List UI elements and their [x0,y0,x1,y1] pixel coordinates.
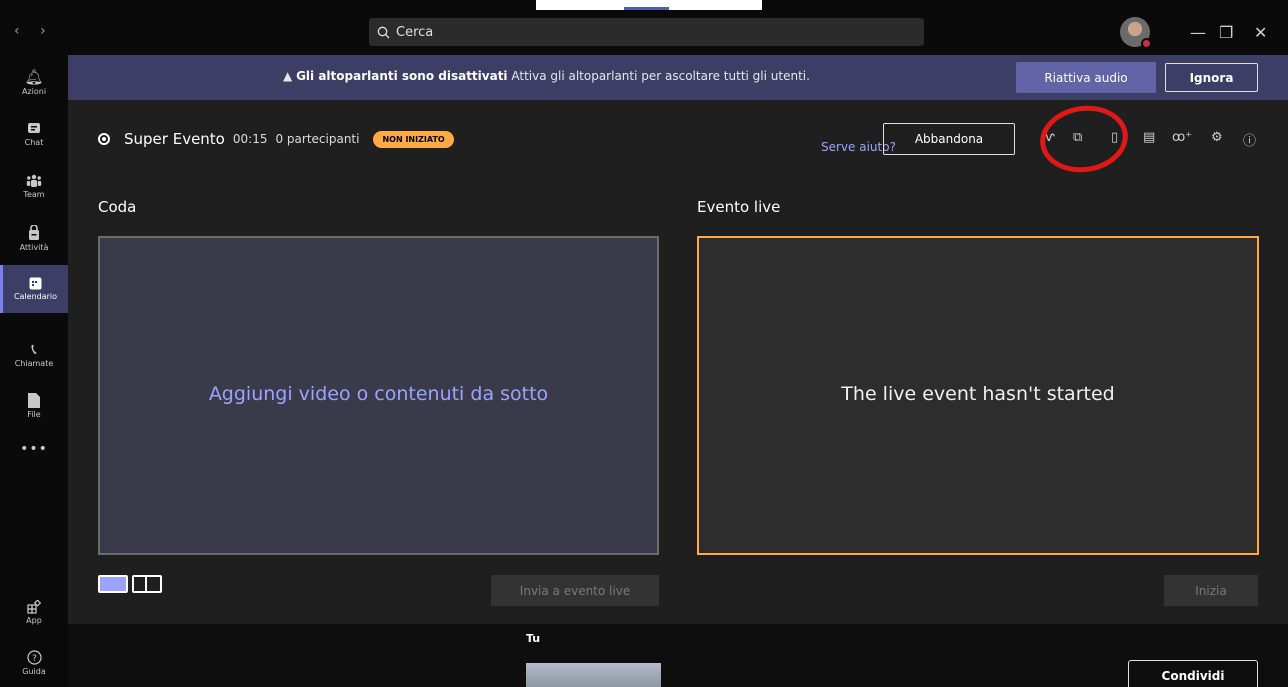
ignore-button[interactable]: Ignora [1165,63,1258,92]
presence-busy-icon [1141,38,1152,49]
team-icon [26,174,42,187]
history-nav: ‹ › [14,23,54,39]
rail-label: Calendario [13,292,58,301]
queue-placeholder: Aggiungi video o contenuti da sotto [208,383,549,405]
close-icon[interactable]: ✕ [1254,23,1267,42]
phone-icon: 📞︎ [31,339,37,358]
event-header: Super Evento 00:15 0 partecipanti NON IN… [98,130,454,148]
event-time: 00:15 [232,132,268,146]
svg-text:?: ? [32,654,37,664]
rail-item-guida[interactable]: ? Guida [0,639,68,687]
rail-label: Attività [19,242,49,252]
search-input[interactable]: Cerca [369,18,924,46]
rail-label: App [26,615,42,625]
search-icon [377,26,390,38]
queue-panel[interactable]: Aggiungi video o contenuti da sotto [98,236,659,555]
unmute-audio-button[interactable]: Riattiva audio [1016,62,1156,93]
back-icon[interactable]: ‹ [14,23,28,39]
you-label: Tu [526,632,541,645]
rail-item-chiamate[interactable]: 📞︎ Chiamate [0,330,68,378]
activity-icon [29,224,39,240]
participant-count: 0 partecipanti [275,132,360,146]
help-icon: ? [26,650,42,665]
settings-icon[interactable]: ⚙ [1211,130,1223,145]
minimize-icon[interactable]: — [1190,23,1206,42]
apps-icon [27,599,41,614]
participants-icon[interactable]: ꝏ⁺ [1172,130,1192,145]
rail-item-team[interactable]: Team [0,162,68,210]
calendar-icon [29,277,42,290]
send-live-button[interactable]: Invia a evento live [491,575,659,606]
more-apps-icon[interactable]: ••• [0,425,68,473]
rail-label: Guida [22,667,46,676]
rail-label: Team [23,189,45,199]
warning-icon: ▲ [283,69,293,83]
live-placeholder: The live event hasn't started [841,383,1115,405]
avatar[interactable] [1120,17,1152,49]
status-badge: NON INIZIATO [373,130,454,148]
rail-label: File [27,410,41,419]
red-annotation-circle [1035,100,1133,178]
rail-item-file[interactable]: File [0,382,68,430]
start-button[interactable]: Inizia [1164,575,1258,606]
file-icon [28,393,40,408]
rail-label: Chiamate [14,358,54,368]
single-layout-icon[interactable] [98,575,128,593]
rail-item-app[interactable]: App [0,588,68,636]
chat-panel-icon[interactable]: ▤ [1143,130,1155,145]
split-layout-icon[interactable] [132,575,162,593]
bell-icon: 🔔︎ [24,67,44,86]
rail-item-attivita[interactable]: Attività [0,214,68,262]
chat-icon [28,122,40,133]
sources-strip [68,624,1288,687]
banner-title: Gli altoparlanti sono disattivati [296,69,508,83]
leave-button[interactable]: Abbandona [883,123,1015,155]
top-strip [0,0,1288,10]
rail-item-chat[interactable]: Chat [0,110,68,158]
queue-label: Coda [98,198,137,216]
forward-icon[interactable]: › [40,23,54,39]
rail-item-azioni[interactable]: 🔔︎ Azioni [0,58,68,106]
rail-item-calendario[interactable]: Calendario [0,265,68,313]
layout-switcher [98,575,162,593]
search-placeholder: Cerca [396,24,434,40]
live-label: Evento live [697,198,781,216]
rail-label: Chat [24,137,44,147]
live-panel: The live event hasn't started [697,236,1259,555]
rail-label: Azioni [21,86,47,96]
event-name: Super Evento [124,130,225,148]
share-button[interactable]: Condividi [1128,660,1258,687]
maximize-icon[interactable]: ❐ [1219,23,1233,42]
banner-text: Attiva gli altoparlanti per ascoltare tu… [507,69,810,83]
info-icon[interactable]: ⓘ [1243,130,1256,149]
event-status-icon [98,133,110,145]
camera-thumbnail[interactable] [526,663,661,687]
banner-message: ▲ Gli altoparlanti sono disattivati Atti… [283,69,810,83]
